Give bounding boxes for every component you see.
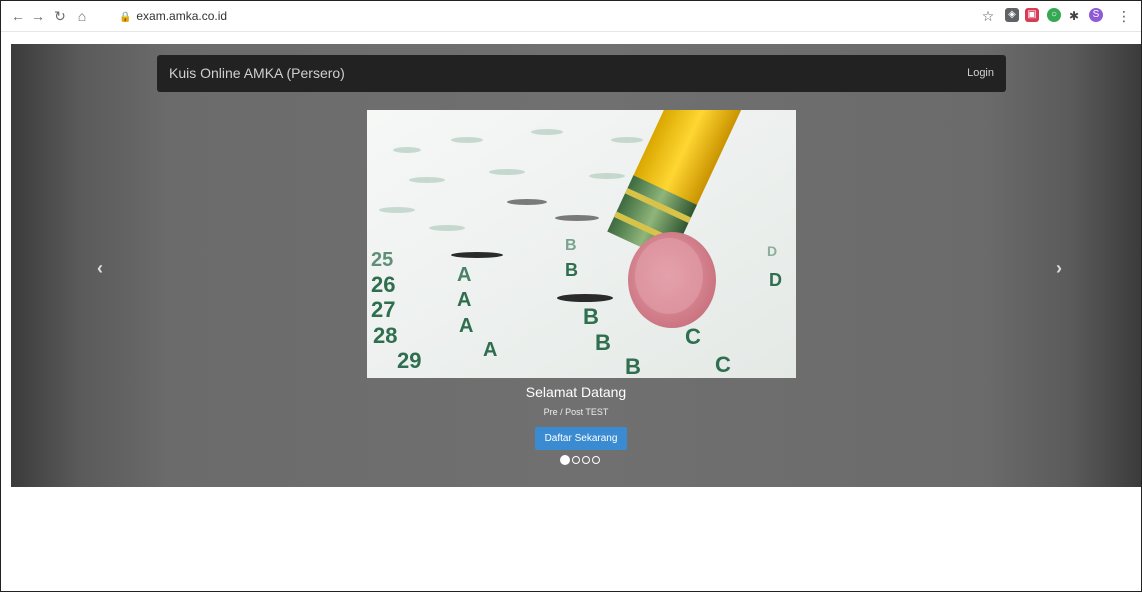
hero-carousel: Kuis Online AMKA (Persero) Login ‹ › 25 … [11,44,1141,487]
svg-text:B: B [595,330,611,355]
bookmark-star-icon[interactable]: ☆ [979,7,997,25]
svg-text:C: C [685,324,701,349]
address-bar[interactable]: 🔒 exam.amka.co.id [119,6,959,26]
forward-icon[interactable]: → [29,7,47,25]
svg-text:27: 27 [371,297,395,322]
slide-image: 25 26 27 28 29 A A A A B B B B B C C D D [367,110,796,378]
lock-icon: 🔒 [119,12,132,23]
svg-text:A: A [483,339,497,361]
svg-text:B: B [565,237,577,254]
svg-text:A: A [459,315,473,337]
extension-icon[interactable]: ◈ [1005,8,1019,22]
svg-text:D: D [767,243,777,259]
svg-text:26: 26 [371,272,395,297]
extension-icon[interactable]: ○ [1047,8,1061,22]
svg-text:28: 28 [373,323,397,348]
chevron-right-icon[interactable]: › [1056,258,1062,279]
puzzle-icon[interactable]: ✱ [1065,7,1083,25]
site-navbar: Kuis Online AMKA (Persero) Login [157,55,1006,92]
carousel-dot[interactable] [572,455,580,464]
carousel-indicators [560,451,602,465]
url-text: exam.amka.co.id [136,9,228,23]
svg-text:D: D [769,270,782,290]
browser-toolbar: ← → ↻ ⌂ 🔒 exam.amka.co.id ☆ ◈ ▣ ○ ✱ S ⋮ [1,1,1141,32]
extension-icon[interactable]: ▣ [1025,8,1039,22]
chevron-left-icon[interactable]: ‹ [97,258,103,279]
avatar[interactable]: S [1089,8,1103,22]
carousel-dot[interactable] [582,455,590,464]
svg-text:B: B [565,260,578,280]
svg-text:29: 29 [397,348,421,373]
slide-caption-title: Selamat Datang [525,384,627,400]
svg-text:C: C [715,352,731,377]
slide-caption-subtitle: Pre / Post TEST [543,407,609,417]
login-link[interactable]: Login [967,55,994,92]
reload-icon[interactable]: ↻ [51,7,69,25]
svg-text:B: B [583,304,599,329]
site-brand[interactable]: Kuis Online AMKA (Persero) [169,55,345,92]
home-icon[interactable]: ⌂ [73,7,91,25]
browser-window: ← → ↻ ⌂ 🔒 exam.amka.co.id ☆ ◈ ▣ ○ ✱ S ⋮ … [0,0,1142,592]
svg-text:A: A [457,264,471,286]
menu-kebab-icon[interactable]: ⋮ [1115,7,1133,25]
carousel-dot[interactable] [592,455,600,464]
svg-text:25: 25 [371,249,393,271]
register-button[interactable]: Daftar Sekarang [535,427,627,450]
back-icon[interactable]: ← [9,7,27,25]
carousel-dot[interactable] [560,454,570,465]
svg-text:B: B [625,354,641,378]
svg-text:A: A [457,289,471,311]
